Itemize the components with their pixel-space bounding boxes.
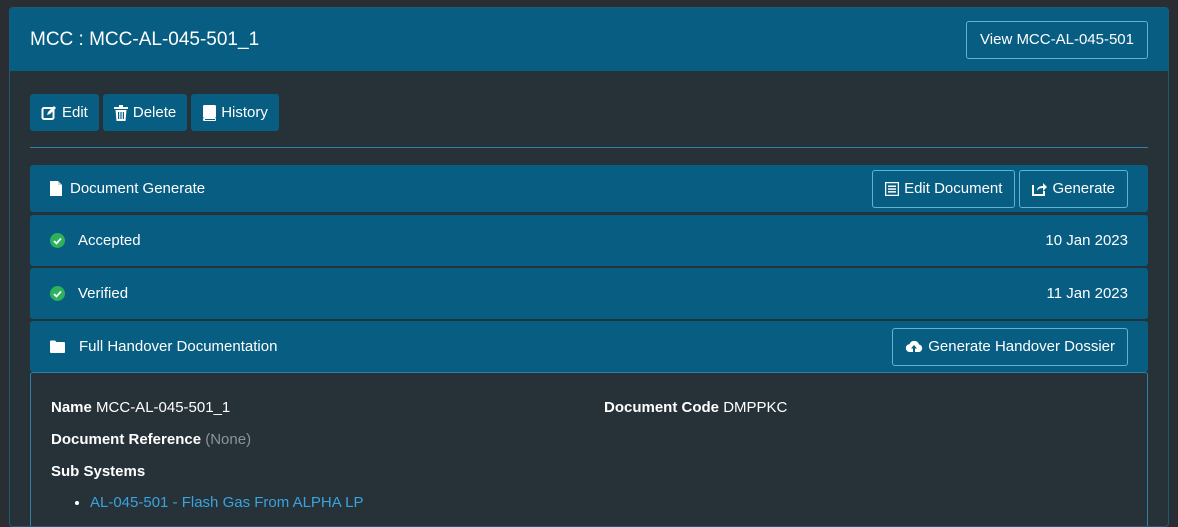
mcc-panel: MCC : MCC-AL-045-501_1 View MCC-AL-045-5… bbox=[9, 7, 1169, 527]
name-label: Name bbox=[51, 399, 92, 416]
edit-icon bbox=[41, 105, 57, 121]
sub-system-link[interactable]: AL-045-501 - Flash Gas From ALPHA LP bbox=[90, 494, 363, 511]
divider bbox=[30, 147, 1148, 148]
accepted-date: 10 Jan 2023 bbox=[1045, 232, 1128, 249]
share-icon bbox=[1032, 182, 1048, 196]
sub-systems-heading: Sub Systems bbox=[51, 463, 145, 480]
history-label: History bbox=[221, 104, 268, 121]
panel-header: MCC : MCC-AL-045-501_1 View MCC-AL-045-5… bbox=[10, 8, 1168, 71]
check-circle-icon bbox=[50, 286, 65, 301]
list-icon bbox=[885, 181, 900, 196]
action-toolbar: Edit Delete History bbox=[30, 94, 279, 131]
accepted-label: Accepted bbox=[78, 232, 141, 249]
document-reference-field: Document Reference (None) bbox=[51, 431, 251, 448]
handover-row: Full Handover Documentation Generate Han… bbox=[30, 321, 1148, 372]
verified-date: 11 Jan 2023 bbox=[1046, 285, 1128, 302]
edit-document-label: Edit Document bbox=[904, 180, 1003, 197]
generate-handover-label: Generate Handover Dossier bbox=[928, 338, 1115, 355]
page-title: MCC : MCC-AL-045-501_1 bbox=[30, 28, 260, 50]
edit-label: Edit bbox=[62, 104, 88, 121]
generate-label: Generate bbox=[1052, 180, 1115, 197]
name-field: Name MCC-AL-045-501_1 bbox=[51, 399, 230, 416]
document-generate-label: Document Generate bbox=[70, 180, 206, 197]
cloud-upload-icon bbox=[905, 340, 923, 354]
delete-button[interactable]: Delete bbox=[102, 94, 188, 131]
list-item: AL-045-501 - Flash Gas From ALPHA LP bbox=[90, 494, 363, 511]
history-button[interactable]: History bbox=[191, 94, 279, 131]
trash-icon bbox=[113, 104, 128, 121]
sub-systems-list: AL-045-501 - Flash Gas From ALPHA LP bbox=[90, 494, 363, 511]
generate-button[interactable]: Generate bbox=[1019, 169, 1128, 208]
edit-document-button[interactable]: Edit Document bbox=[872, 169, 1016, 208]
document-code-label: Document Code bbox=[604, 399, 720, 416]
document-code-value: DMPPKC bbox=[723, 399, 788, 416]
edit-button[interactable]: Edit bbox=[30, 94, 99, 131]
document-reference-value: (None) bbox=[205, 431, 252, 448]
generate-handover-button[interactable]: Generate Handover Dossier bbox=[892, 327, 1128, 366]
name-value: MCC-AL-045-501_1 bbox=[96, 399, 231, 416]
accepted-row: Accepted 10 Jan 2023 bbox=[30, 215, 1148, 266]
file-icon bbox=[50, 181, 62, 196]
check-circle-icon bbox=[50, 233, 65, 248]
verified-row: Verified 11 Jan 2023 bbox=[30, 268, 1148, 319]
document-generate-row: Document Generate Edit Document Generate bbox=[30, 165, 1148, 212]
book-icon bbox=[202, 104, 217, 121]
handover-label: Full Handover Documentation bbox=[79, 338, 278, 355]
document-details: Name MCC-AL-045-501_1 Document Code DMPP… bbox=[30, 372, 1148, 526]
folder-icon bbox=[50, 340, 65, 353]
view-parent-button[interactable]: View MCC-AL-045-501 bbox=[966, 20, 1148, 59]
sub-systems-label: Sub Systems bbox=[51, 463, 146, 480]
verified-label: Verified bbox=[78, 285, 129, 302]
document-code-field: Document Code DMPPKC bbox=[604, 399, 787, 416]
document-reference-label: Document Reference bbox=[51, 431, 202, 448]
delete-label: Delete bbox=[132, 104, 177, 121]
